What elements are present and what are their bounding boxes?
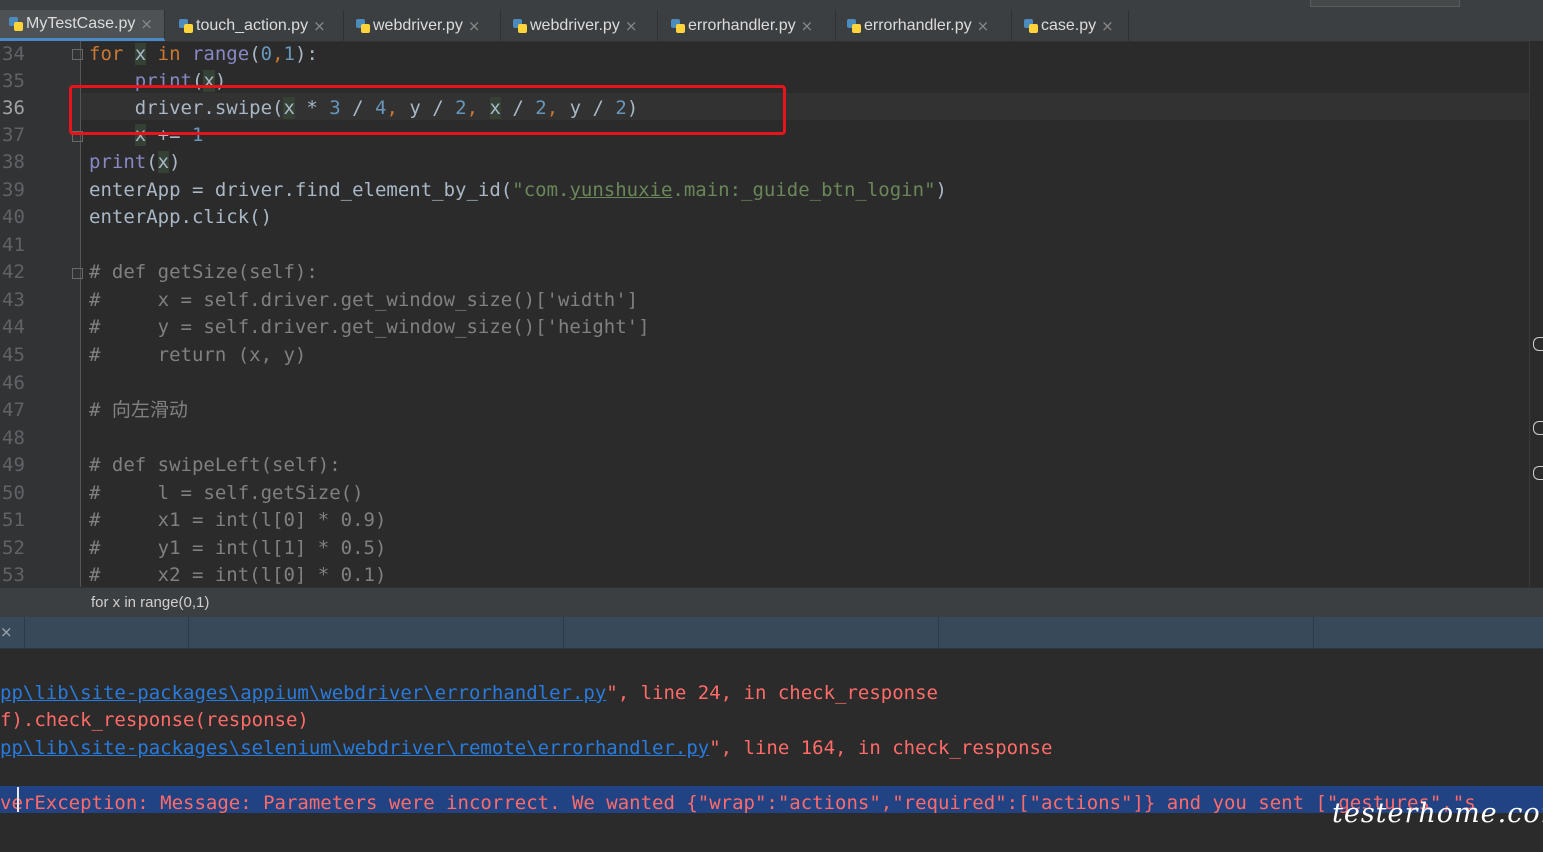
- console-line-error: verException: Message: Parameters were i…: [0, 792, 1476, 814]
- python-file-icon: [355, 18, 370, 34]
- close-icon[interactable]: ×: [0, 623, 13, 641]
- line-number: 47: [2, 399, 25, 421]
- code-line: # l = self.getSize(): [89, 482, 364, 504]
- code-line: # 向左滑动: [89, 399, 188, 421]
- run-console[interactable]: pp\lib\site-packages\appium\webdriver\er…: [0, 649, 1543, 852]
- python-file-icon: [8, 16, 23, 32]
- line-number: 53: [2, 564, 25, 586]
- line-number: 45: [2, 344, 25, 366]
- code-line: # x = self.driver.get_window_size()['wid…: [89, 289, 639, 311]
- tab-label: webdriver.py: [530, 16, 620, 34]
- side-marker-icon: [1533, 466, 1543, 480]
- code-line: enterApp = driver.find_element_by_id("co…: [89, 179, 947, 201]
- tab-label: webdriver.py: [373, 16, 463, 34]
- file-link[interactable]: pp\lib\site-packages\appium\webdriver\er…: [0, 682, 606, 704]
- line-number: 50: [2, 482, 25, 504]
- side-marker-icon: [1533, 337, 1543, 351]
- watermark: testerhome.com: [1332, 798, 1543, 829]
- tab-case[interactable]: case.py ×: [1015, 10, 1129, 41]
- line-number: 44: [2, 316, 25, 338]
- line-number: 46: [2, 372, 25, 394]
- tab-webdriver-1[interactable]: webdriver.py ×: [347, 10, 501, 41]
- line-number: 41: [2, 234, 25, 256]
- breadcrumb[interactable]: for x in range(0,1): [0, 587, 1543, 618]
- tab-errorhandler-1[interactable]: errorhandler.py ×: [662, 10, 836, 41]
- tab-touch-action[interactable]: touch_action.py ×: [170, 10, 344, 41]
- code-line: # return (x, y): [89, 344, 307, 366]
- close-icon[interactable]: ×: [977, 17, 990, 35]
- line-number: 48: [2, 427, 25, 449]
- line-number: 43: [2, 289, 25, 311]
- file-link[interactable]: pp\lib\site-packages\selenium\webdriver\…: [0, 737, 709, 759]
- tab-label: case.py: [1041, 16, 1097, 34]
- line-number: 42: [2, 261, 25, 283]
- tab-webdriver-2[interactable]: webdriver.py ×: [504, 10, 658, 41]
- python-file-icon: [512, 18, 527, 34]
- line-number: 34: [2, 43, 25, 65]
- line-number: 39: [2, 179, 25, 201]
- tab-label: errorhandler.py: [864, 16, 972, 34]
- run-panel-header: ×: [0, 617, 1543, 649]
- line-number: 52: [2, 537, 25, 559]
- python-file-icon: [1023, 18, 1038, 34]
- close-icon[interactable]: ×: [1101, 17, 1114, 35]
- close-icon[interactable]: ×: [801, 17, 814, 35]
- code-line: enterApp.click(): [89, 206, 273, 228]
- code-line: print(x): [89, 151, 181, 173]
- code-line: # y1 = int(l[1] * 0.5): [89, 537, 387, 559]
- console-line: pp\lib\site-packages\appium\webdriver\er…: [0, 682, 938, 704]
- editor-scrollbar[interactable]: [1529, 41, 1543, 587]
- line-number: 37: [2, 124, 25, 146]
- breadcrumb-item[interactable]: for x in range(0,1): [91, 594, 209, 611]
- code-line: # def getSize(self):: [89, 261, 318, 283]
- line-number: 51: [2, 509, 25, 531]
- console-line: pp\lib\site-packages\selenium\webdriver\…: [0, 737, 1053, 759]
- console-line: f).check_response(response): [0, 709, 309, 731]
- tab-label: MyTestCase.py: [26, 15, 136, 32]
- python-file-icon: [846, 18, 861, 34]
- line-number: 49: [2, 454, 25, 476]
- close-icon[interactable]: ×: [468, 17, 481, 35]
- python-file-icon: [670, 18, 685, 34]
- toolbar-edge: [1310, 0, 1460, 7]
- editor-tab-bar: MyTestCase.py × touch_action.py × webdri…: [0, 0, 1543, 42]
- close-icon[interactable]: ×: [313, 17, 326, 35]
- side-marker-icon: [1533, 421, 1543, 435]
- text-caret: [17, 787, 19, 812]
- tab-label: errorhandler.py: [688, 16, 796, 34]
- line-number: 38: [2, 151, 25, 173]
- code-line: # y = self.driver.get_window_size()['hei…: [89, 316, 650, 338]
- tab-errorhandler-2[interactable]: errorhandler.py ×: [838, 10, 1012, 41]
- code-line: # x2 = int(l[0] * 0.1): [89, 564, 387, 586]
- close-icon[interactable]: ×: [140, 15, 153, 33]
- code-line: for x in range(0,1):: [89, 43, 318, 65]
- tab-label: touch_action.py: [196, 16, 309, 34]
- line-number: 35: [2, 70, 25, 92]
- code-line: # x1 = int(l[0] * 0.9): [89, 509, 387, 531]
- code-line: # def swipeLeft(self):: [89, 454, 341, 476]
- line-number-current: 36: [2, 97, 25, 119]
- highlight-annotation-box: [69, 85, 786, 135]
- python-file-icon: [178, 18, 193, 34]
- tab-mytestcase[interactable]: MyTestCase.py ×: [0, 10, 165, 41]
- line-number: 40: [2, 206, 25, 228]
- close-icon[interactable]: ×: [625, 17, 638, 35]
